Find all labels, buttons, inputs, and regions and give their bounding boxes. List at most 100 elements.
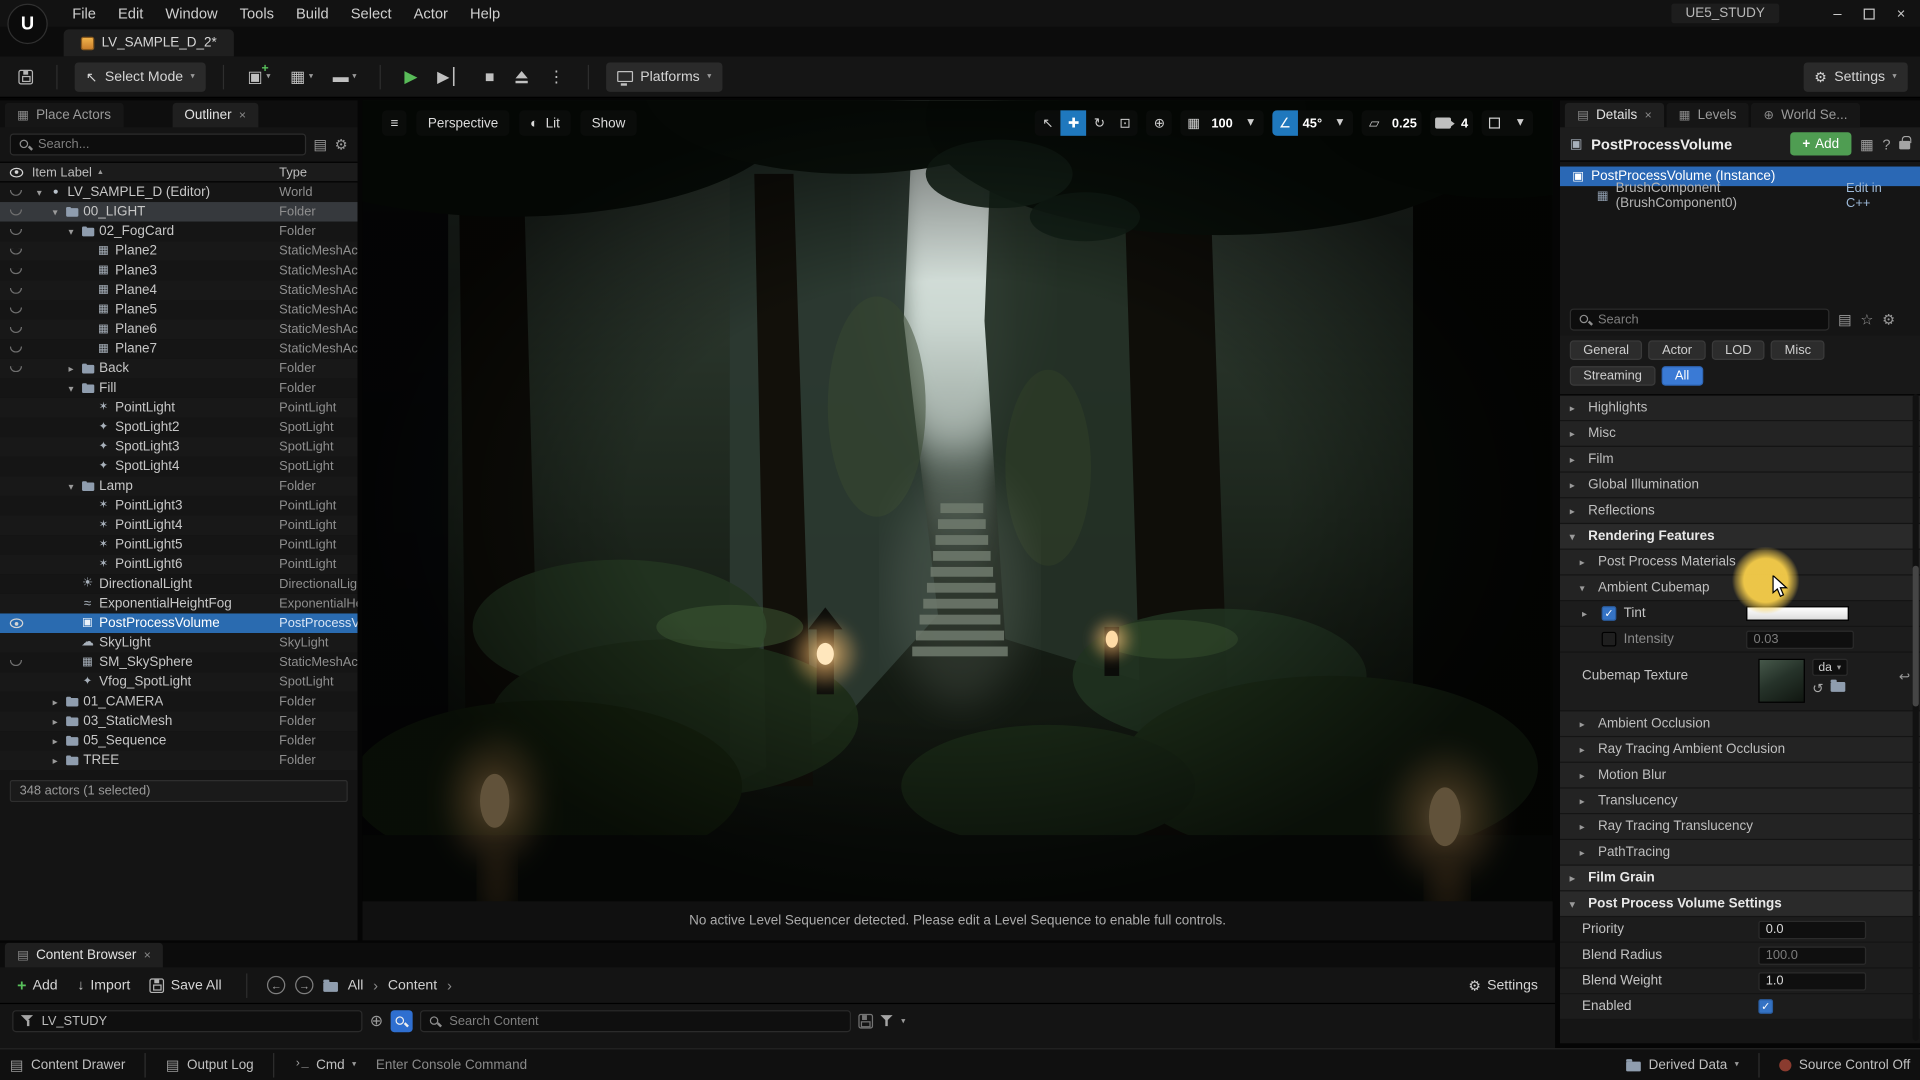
blend-radius-value-input[interactable]: 100.0 (1758, 946, 1866, 964)
settings-dropdown[interactable]: ⚙ Settings ▾ (1803, 62, 1908, 91)
outliner-row-01-camera[interactable]: ▸01_CAMERAFolder (0, 692, 358, 712)
menu-window[interactable]: Window (154, 5, 228, 22)
tab-details[interactable]: ▤ Details × (1565, 103, 1664, 127)
outliner-row-sm-skysphere[interactable]: SM_SkySphereStaticMeshAc (0, 653, 358, 673)
visibility-eye-icon[interactable] (0, 496, 32, 516)
breadcrumb-all[interactable]: All (348, 978, 364, 993)
outliner-row-postprocessvolume[interactable]: PostProcessVolumePostProcessV (0, 613, 358, 633)
console-command-input[interactable]: Enter Console Command (376, 1057, 527, 1072)
outliner-search-input[interactable]: Search... (10, 133, 306, 155)
visibility-eye-icon[interactable] (0, 594, 32, 614)
visibility-eye-icon[interactable] (0, 516, 32, 536)
details-section-post-process-volume-settings[interactable]: Post Process Volume Settings (1560, 891, 1920, 917)
close-icon[interactable]: × (144, 948, 151, 961)
tab-place-actors[interactable]: ▦ Place Actors (5, 103, 123, 127)
eject-button[interactable] (508, 69, 535, 84)
outliner-row-pointlight6[interactable]: PointLight6PointLight (0, 555, 358, 575)
minimize-button[interactable]: – (1833, 5, 1841, 22)
output-log-button[interactable]: ▤ Output Log (166, 1056, 254, 1073)
visibility-eye-icon[interactable] (0, 457, 32, 477)
tab-level-asset[interactable]: LV_SAMPLE_D_2* (64, 29, 234, 56)
visibility-eye-icon[interactable] (0, 320, 32, 340)
select-tool-icon[interactable]: ↖ (1035, 110, 1061, 136)
outliner-row-plane4[interactable]: Plane4StaticMeshAc (0, 280, 358, 300)
platforms-dropdown[interactable]: Platforms ▾ (606, 62, 722, 91)
menu-file[interactable]: File (61, 5, 107, 22)
expand-arrow-icon[interactable]: ▸ (1582, 608, 1594, 619)
visibility-eye-icon[interactable] (0, 241, 32, 261)
perspective-dropdown[interactable]: Perspective (417, 110, 509, 136)
outliner-row-lamp[interactable]: ▾LampFolder (0, 476, 358, 496)
expand-arrow-icon[interactable]: ▸ (64, 363, 79, 374)
outliner-row-directionallight[interactable]: DirectionalLightDirectionalLig (0, 574, 358, 594)
visibility-eye-icon[interactable] (0, 751, 32, 771)
viewport-layout-control[interactable]: ▾ (1482, 110, 1533, 136)
cb-add-button[interactable]: + Add (12, 976, 62, 994)
grid-snap-control[interactable]: ▦ 100 ▾ (1181, 110, 1264, 136)
cinematics-dropdown[interactable]: ▬▾ (327, 67, 363, 85)
expand-arrow-icon[interactable]: ▾ (64, 226, 79, 237)
view-mode-dropdown[interactable]: ◐ Lit (519, 110, 571, 136)
visibility-eye-icon[interactable] (0, 222, 32, 242)
details-section-rendering-features[interactable]: Rendering Features (1560, 524, 1920, 550)
cb-search-toggle-button[interactable] (390, 1010, 412, 1032)
visibility-eye-icon[interactable] (0, 711, 32, 731)
outliner-row-skylight[interactable]: SkyLightSkyLight (0, 633, 358, 653)
outliner-row-00-light[interactable]: ▾00_LIGHTFolder (0, 202, 358, 222)
cb-sources-box[interactable]: LV_STUDY (12, 1010, 362, 1032)
details-section-pathtracing[interactable]: PathTracing (1560, 840, 1920, 866)
chevron-down-icon[interactable]: ▾ (1507, 110, 1533, 136)
outliner-row-plane2[interactable]: Plane2StaticMeshAc (0, 241, 358, 261)
select-mode-dropdown[interactable]: ↖ Select Mode ▾ (75, 62, 206, 91)
scale-snap-control[interactable]: ▱ 0.25 (1361, 110, 1422, 136)
save-search-icon[interactable]: ⊕ (370, 1011, 383, 1031)
scale-tool-icon[interactable]: ⊡ (1112, 110, 1138, 136)
breadcrumb-content[interactable]: Content (388, 978, 437, 993)
outliner-row-lv-sample-d-editor-[interactable]: ▾LV_SAMPLE_D (Editor)World (0, 182, 358, 202)
camera-speed-control[interactable]: 4 (1430, 110, 1473, 136)
visibility-eye-icon[interactable] (0, 202, 32, 222)
play-button[interactable]: ▶ (398, 66, 423, 87)
cmd-dropdown[interactable]: ›_ Cmd ▾ (294, 1057, 356, 1072)
outliner-row-plane5[interactable]: Plane5StaticMeshAc (0, 300, 358, 320)
outliner-row-plane7[interactable]: Plane7StaticMeshAc (0, 339, 358, 359)
skip-button[interactable]: ▶▏ (431, 67, 471, 87)
details-section-ambient-occlusion[interactable]: Ambient Occlusion (1560, 711, 1920, 737)
details-section-highlights[interactable]: Highlights (1560, 396, 1920, 422)
menu-build[interactable]: Build (285, 5, 340, 22)
cubemap-asset-dropdown[interactable]: da ▾ (1812, 659, 1847, 676)
tab-content-browser[interactable]: ▤ Content Browser × (5, 943, 163, 967)
back-button[interactable]: ← (267, 976, 285, 994)
visibility-eye-icon[interactable] (0, 378, 32, 398)
visibility-eye-icon[interactable] (0, 418, 32, 438)
intensity-checkbox[interactable] (1602, 632, 1617, 647)
menu-actor[interactable]: Actor (403, 5, 459, 22)
add-component-button[interactable]: + Add (1790, 132, 1851, 155)
outliner-row-spotlight4[interactable]: SpotLight4SpotLight (0, 457, 358, 477)
visibility-eye-icon[interactable] (0, 574, 32, 594)
maximize-button[interactable] (1864, 8, 1875, 19)
save-search-query-icon[interactable] (858, 1014, 873, 1029)
cubemap-texture-thumbnail[interactable] (1758, 659, 1805, 703)
outliner-row-back[interactable]: ▸BackFolder (0, 359, 358, 379)
blend-weight-value-input[interactable]: 1.0 (1758, 972, 1866, 990)
details-section-ray-tracing-translucency[interactable]: Ray Tracing Translucency (1560, 814, 1920, 840)
filter-general[interactable]: General (1570, 340, 1643, 360)
outliner-row-plane3[interactable]: Plane3StaticMeshAc (0, 261, 358, 281)
outliner-row-spotlight3[interactable]: SpotLight3SpotLight (0, 437, 358, 457)
visibility-eye-icon[interactable] (0, 672, 32, 692)
use-selected-asset-icon[interactable]: ↺ (1812, 681, 1823, 697)
visibility-eye-icon[interactable] (0, 359, 32, 379)
filter-misc[interactable]: Misc (1771, 340, 1824, 360)
expand-arrow-icon[interactable]: ▸ (48, 696, 63, 707)
outliner-settings-icon[interactable]: ⚙ (335, 136, 348, 153)
favorites-star-icon[interactable]: ☆ (1860, 311, 1873, 328)
content-drawer-button[interactable]: ▤ Content Drawer (10, 1056, 126, 1073)
filter-streaming[interactable]: Streaming (1570, 366, 1656, 386)
tint-checkbox[interactable] (1602, 606, 1617, 621)
expand-arrow-icon[interactable]: ▸ (48, 716, 63, 727)
filters-dropdown-icon[interactable] (880, 1015, 893, 1027)
details-section-motion-blur[interactable]: Motion Blur (1560, 763, 1920, 789)
visibility-eye-icon[interactable] (0, 280, 32, 300)
details-section-translucency[interactable]: Translucency (1560, 789, 1920, 815)
